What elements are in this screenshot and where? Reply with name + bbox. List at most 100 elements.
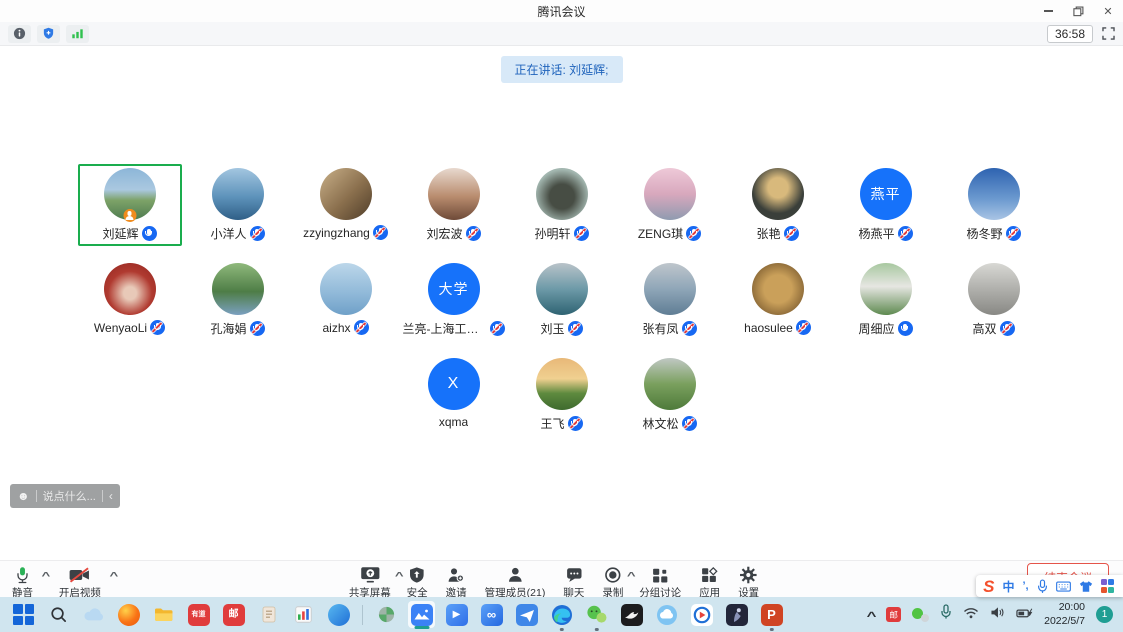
blue-app-icon-glyph (328, 604, 350, 626)
search-button[interactable] (45, 601, 72, 628)
ime-language-toggle[interactable]: 中 (1002, 578, 1014, 595)
restore-button[interactable] (1071, 4, 1085, 18)
participant-tile[interactable]: 刘延辉 (78, 164, 182, 246)
notes-app-icon[interactable] (255, 601, 282, 628)
network-signal-icon[interactable] (66, 25, 89, 43)
emoji-icon[interactable]: ☻ (17, 490, 30, 502)
participant-tile[interactable]: 刘宏波 (402, 164, 506, 246)
participant-name-row: WenyaoLi (94, 320, 165, 335)
ime-voice-icon[interactable] (1037, 579, 1048, 594)
tencent-meeting-icon[interactable] (408, 601, 435, 628)
mic-muted-icon (466, 226, 481, 241)
toolbar-center-5-button[interactable]: 录制 (602, 565, 623, 600)
taskbar-clock[interactable]: 20:00 2022/5/7 (1044, 601, 1085, 627)
figure-app-icon[interactable] (723, 601, 750, 628)
youku-icon[interactable] (688, 601, 715, 628)
participant-tile[interactable]: Xxqma (402, 354, 506, 436)
youdao-app-icon[interactable]: 有道 (185, 601, 212, 628)
sogou-logo-icon[interactable]: S (983, 578, 994, 595)
file-manager-icon[interactable] (150, 601, 177, 628)
participant-tile[interactable]: 刘玉 (510, 259, 614, 341)
participant-name-row: 周细应 (858, 320, 912, 337)
tray-volume-icon[interactable] (990, 606, 1005, 624)
toolbar-center-2-button[interactable]: 邀请 (446, 565, 467, 600)
participant-tile[interactable]: 林文松 (618, 354, 722, 436)
plane-app-icon[interactable] (513, 601, 540, 628)
cloud-app-icon[interactable] (80, 601, 107, 628)
window-controls: ✕ (1041, 0, 1115, 22)
speaking-banner: 正在讲话: 刘延辉; (500, 56, 622, 83)
participant-tile[interactable]: 张有凤 (618, 259, 722, 341)
participant-tile[interactable]: ZENG琪 (618, 164, 722, 246)
bird-app-icon[interactable] (618, 601, 645, 628)
ime-menu-icon[interactable] (1101, 579, 1114, 592)
toolbar-left-1-button[interactable]: 开启视频 (59, 565, 101, 600)
participant-tile[interactable]: haosulee (726, 259, 830, 341)
chat-input[interactable]: ☻ 说点什么... ‹ (10, 484, 120, 508)
tray-microphone-icon[interactable] (940, 604, 952, 625)
toolbar-center-0-button[interactable]: 共享屏幕 (349, 565, 391, 600)
participant-tile[interactable]: 孔海娟 (186, 259, 290, 341)
pinwheel-app-icon[interactable] (373, 601, 400, 628)
start-button[interactable] (10, 601, 37, 628)
participant-tile[interactable]: 孙明轩 (510, 164, 614, 246)
fullscreen-icon[interactable] (1102, 27, 1115, 40)
tray-mail-icon[interactable]: 邮 (886, 607, 901, 622)
toolbar-left-0-button[interactable]: 静音 (12, 565, 33, 600)
ime-skin-icon[interactable] (1079, 580, 1093, 593)
toolbar-center-6-button[interactable]: 分组讨论 (639, 565, 681, 600)
meeting-info-icon[interactable] (8, 25, 31, 43)
participant-tile[interactable]: 小洋人 (186, 164, 290, 246)
participant-tile[interactable]: aizhx (294, 259, 398, 341)
host-badge-icon (123, 209, 136, 222)
tray-wechat-icon[interactable] (912, 608, 929, 622)
toolbar-center-8-button[interactable]: 设置 (738, 565, 759, 600)
participant-name: xqma (439, 415, 468, 429)
tray-expand-icon[interactable]: ^ (867, 609, 877, 623)
chevron-up-icon[interactable]: ^ (627, 571, 636, 582)
close-button[interactable]: ✕ (1101, 4, 1115, 18)
tray-wifi-icon[interactable] (963, 606, 979, 624)
tray-battery-icon[interactable] (1016, 606, 1033, 624)
participant-tile[interactable]: 周细应 (834, 259, 938, 341)
toolbar-center-3-button[interactable]: 管理成员(21) (485, 565, 546, 600)
minimize-button[interactable] (1041, 4, 1055, 18)
wechat-icon[interactable] (583, 601, 610, 628)
notification-badge[interactable]: 1 (1096, 606, 1113, 623)
toolbar-center-7-button[interactable]: 应用 (699, 565, 720, 600)
participant-tile[interactable]: 大学兰亮-上海工程技... (402, 259, 506, 341)
clock-time: 20:00 (1044, 601, 1085, 614)
status-right: 36:58 (1047, 25, 1115, 43)
participant-tile[interactable]: zzyingzhang (294, 164, 398, 246)
divider (102, 490, 103, 502)
ime-punctuation-toggle[interactable]: ’, (1022, 580, 1028, 592)
edge-browser-icon[interactable] (548, 601, 575, 628)
share-screen-icon (360, 565, 380, 584)
powerpoint-icon[interactable]: P (758, 601, 785, 628)
stocks-app-icon[interactable] (290, 601, 317, 628)
cloud-browser-icon[interactable] (653, 601, 680, 628)
security-shield-icon[interactable] (37, 25, 60, 43)
firefox-icon[interactable] (115, 601, 142, 628)
chevron-up-icon[interactable]: ^ (42, 571, 51, 582)
participant-tile[interactable]: 高双 (942, 259, 1046, 341)
divider (36, 490, 37, 502)
mail-app-icon[interactable]: 邮 (220, 601, 247, 628)
participant-tile[interactable]: WenyaoLi (78, 259, 182, 341)
ime-keyboard-icon[interactable] (1056, 581, 1071, 592)
participant-tile[interactable]: 王飞 (510, 354, 614, 436)
collapse-chat-icon[interactable]: ‹ (109, 489, 113, 503)
chevron-up-icon[interactable]: ^ (394, 571, 403, 582)
chevron-up-icon[interactable]: ^ (109, 571, 118, 582)
link-app-icon[interactable]: ∞ (478, 601, 505, 628)
blue-app-icon[interactable] (325, 601, 352, 628)
participant-tile[interactable]: 杨冬野 (942, 164, 1046, 246)
participant-tile[interactable]: 张艳 (726, 164, 830, 246)
participant-name: 王飞 (540, 415, 564, 432)
video-player-icon-glyph: ▶ (446, 604, 468, 626)
participant-tile[interactable]: 燕平杨燕平 (834, 164, 938, 246)
toolbar-center-4-button[interactable]: 聊天 (563, 565, 584, 600)
toolbar-center-1-button[interactable]: 安全 (407, 565, 428, 600)
video-player-icon[interactable]: ▶ (443, 601, 470, 628)
avatar (644, 263, 696, 315)
